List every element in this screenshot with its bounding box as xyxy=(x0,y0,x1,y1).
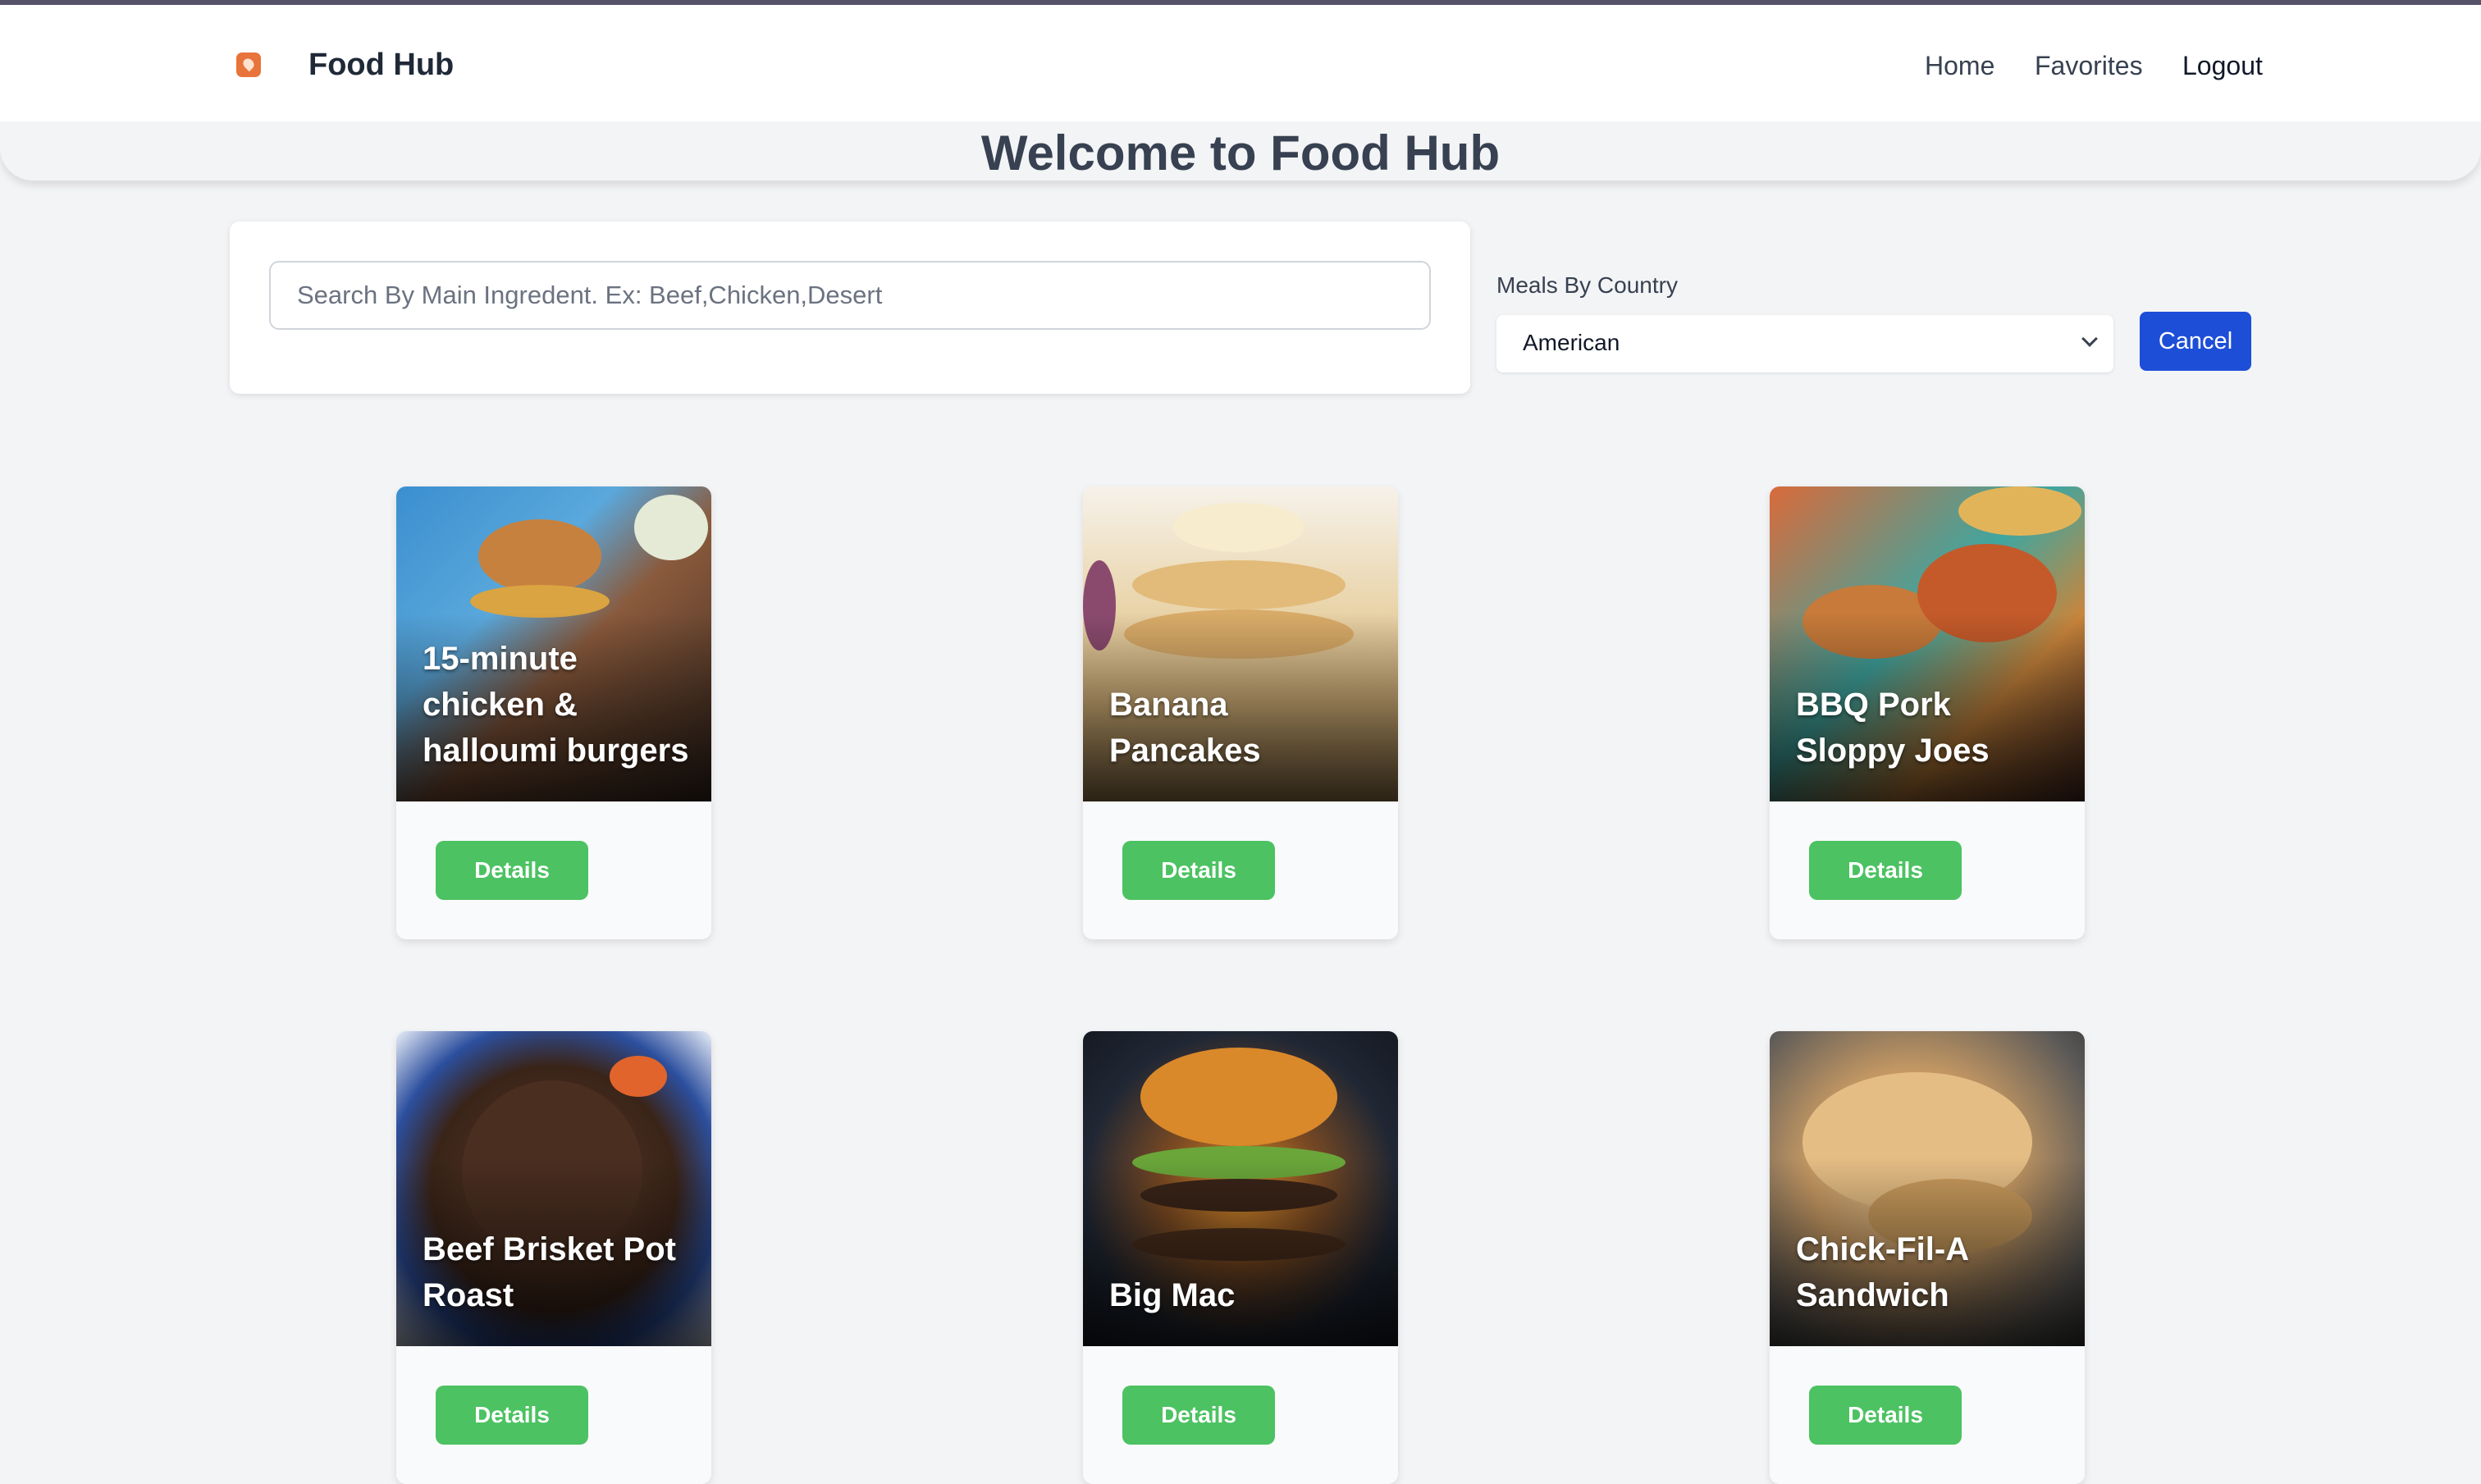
meal-card: Chick-Fil-A Sandwich Details xyxy=(1770,1031,2085,1484)
meal-image[interactable]: BBQ Pork Sloppy Joes xyxy=(1770,486,2085,801)
meal-card: Big Mac Details xyxy=(1083,1031,1398,1484)
meal-card: Beef Brisket Pot Roast Details xyxy=(396,1031,711,1484)
ingredient-search-input[interactable] xyxy=(269,261,1431,330)
meal-title: Beef Brisket Pot Roast xyxy=(423,1231,676,1313)
details-button[interactable]: Details xyxy=(1122,1386,1275,1445)
nav-home-link[interactable]: Home xyxy=(1925,51,1994,81)
meal-image[interactable]: Big Mac xyxy=(1083,1031,1398,1346)
hero-banner: Welcome to Food Hub xyxy=(0,121,2481,180)
location-pin-logo-icon[interactable] xyxy=(236,53,261,77)
cancel-button[interactable]: Cancel xyxy=(2140,312,2251,371)
details-button[interactable]: Details xyxy=(436,1386,588,1445)
navbar: Food Hub Home Favorites Logout xyxy=(0,5,2481,121)
meal-title: 15-minute chicken & halloumi burgers xyxy=(423,641,689,769)
meal-title: BBQ Pork Sloppy Joes xyxy=(1796,687,1990,769)
country-select-value: American xyxy=(1523,330,1620,355)
meal-card: BBQ Pork Sloppy Joes Details xyxy=(1770,486,2085,939)
chevron-down-icon xyxy=(2081,331,2098,347)
country-filter-label: Meals By Country xyxy=(1496,272,1678,298)
meal-image[interactable]: Chick-Fil-A Sandwich xyxy=(1770,1031,2085,1346)
meal-title: Banana Pancakes xyxy=(1109,687,1261,769)
meal-card: Banana Pancakes Details xyxy=(1083,486,1398,939)
search-card xyxy=(230,221,1470,394)
page-title: Welcome to Food Hub xyxy=(980,126,1501,180)
nav-favorites-link[interactable]: Favorites xyxy=(2035,51,2143,81)
country-select[interactable]: American xyxy=(1496,315,2113,372)
meal-card: 15-minute chicken & halloumi burgers Det… xyxy=(396,486,711,939)
details-button[interactable]: Details xyxy=(1809,841,1962,900)
meal-image[interactable]: Beef Brisket Pot Roast xyxy=(396,1031,711,1346)
details-button[interactable]: Details xyxy=(1809,1386,1962,1445)
meal-image[interactable]: 15-minute chicken & halloumi burgers xyxy=(396,486,711,801)
nav-logout-link[interactable]: Logout xyxy=(2182,51,2263,81)
meal-title: Big Mac xyxy=(1109,1277,1236,1313)
brand-name[interactable]: Food Hub xyxy=(308,48,454,83)
details-button[interactable]: Details xyxy=(436,841,588,900)
details-button[interactable]: Details xyxy=(1122,841,1275,900)
meal-image[interactable]: Banana Pancakes xyxy=(1083,486,1398,801)
meal-title: Chick-Fil-A Sandwich xyxy=(1796,1231,1968,1313)
